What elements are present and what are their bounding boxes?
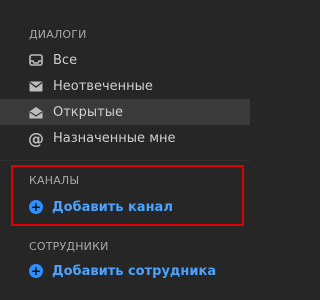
sidebar-item-open[interactable]: Открытые xyxy=(0,99,250,125)
sidebar-item-assigned-to-me[interactable]: @ Назначенные мне xyxy=(0,125,250,151)
envelope-icon xyxy=(28,78,44,94)
plus-circle-icon: + xyxy=(29,264,43,278)
add-employee-label: Добавить сотрудника xyxy=(52,263,217,279)
highlight-annotation xyxy=(11,165,244,226)
sidebar-item-unanswered[interactable]: Неотвеченные xyxy=(0,73,250,99)
open-envelope-icon xyxy=(28,104,44,120)
section-heading-dialogs: ДИАЛОГИ xyxy=(29,28,87,41)
at-icon: @ xyxy=(28,128,44,148)
sidebar-item-label: Все xyxy=(53,52,78,68)
sidebar-item-label: Назначенные мне xyxy=(53,130,176,146)
add-employee-button[interactable]: + Добавить сотрудника xyxy=(0,259,250,283)
sidebar-item-all[interactable]: Все xyxy=(0,47,250,73)
section-heading-employees: СОТРУДНИКИ xyxy=(29,240,109,253)
inbox-icon xyxy=(28,52,44,68)
sidebar-item-label: Открытые xyxy=(53,104,124,120)
sidebar-item-label: Неотвеченные xyxy=(53,78,153,94)
section-divider xyxy=(0,160,250,161)
